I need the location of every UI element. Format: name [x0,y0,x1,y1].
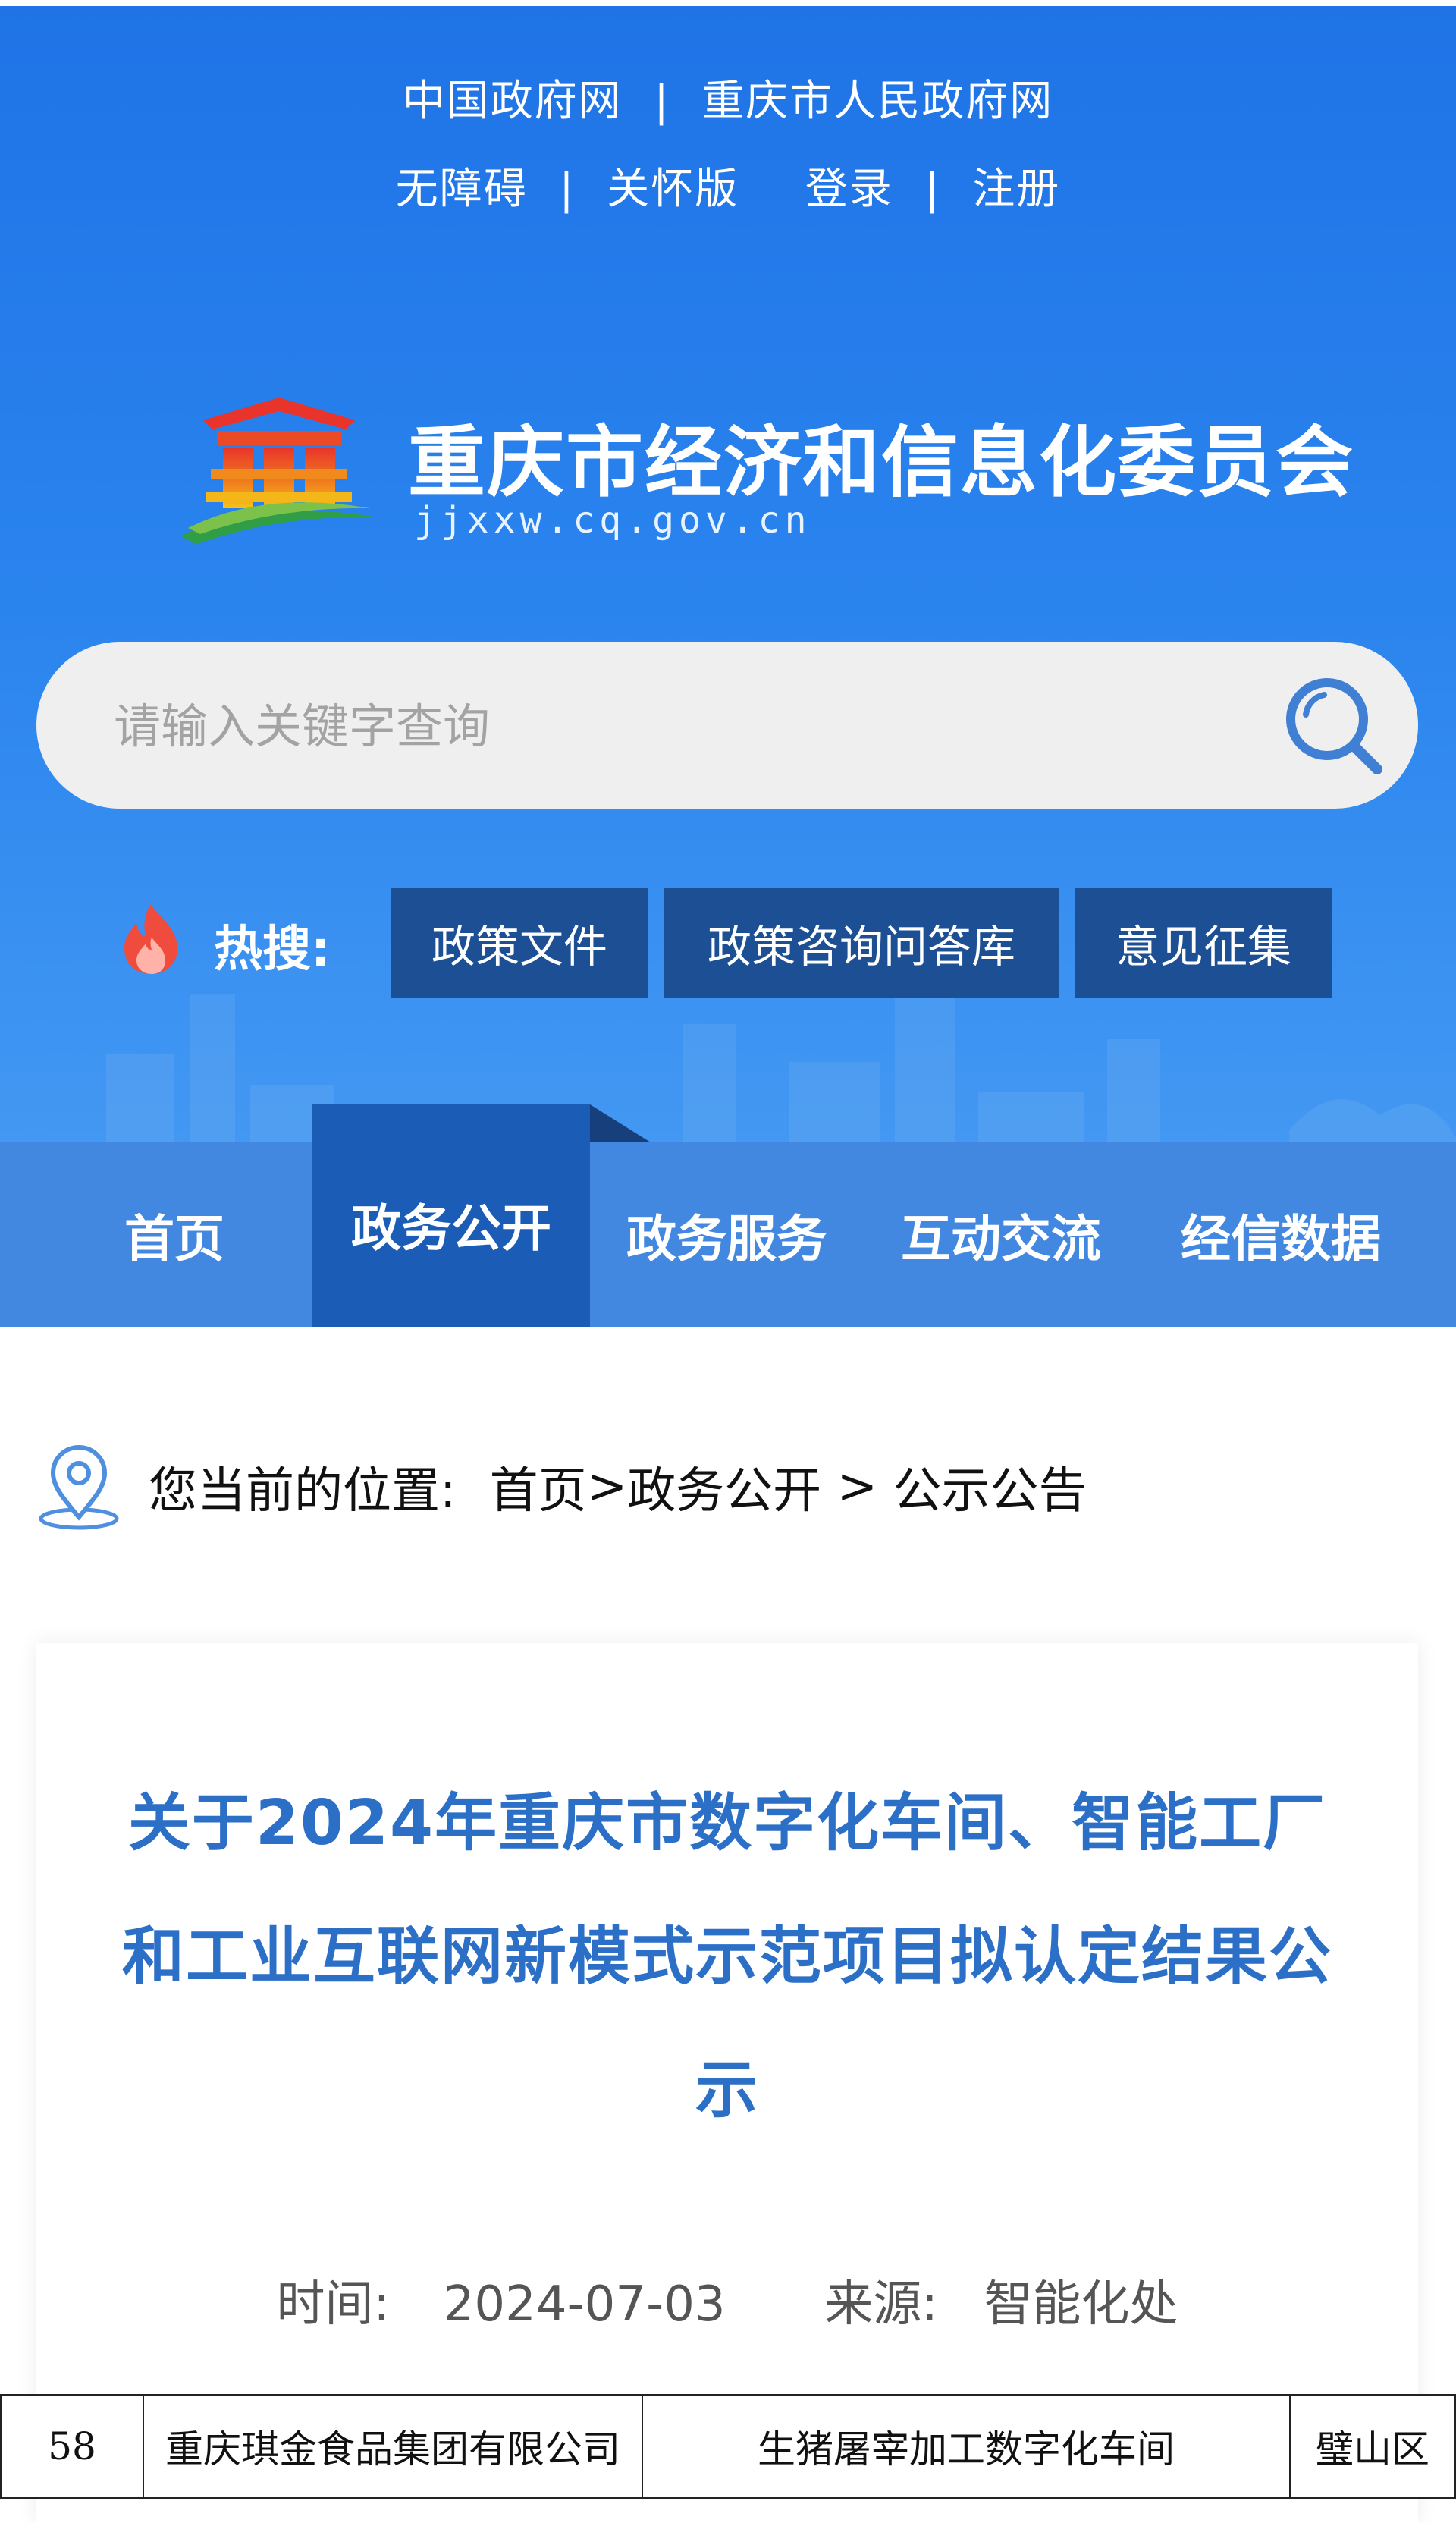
link-separator: | [924,165,941,214]
table-row: 58 重庆琪金食品集团有限公司 生猪屠宰加工数字化车间 璧山区 [0,2394,1456,2499]
search-icon[interactable] [1280,672,1386,778]
hot-search-label: 热搜: [214,922,331,978]
district-cell: 璧山区 [1289,2394,1456,2499]
link-register[interactable]: 注册 [972,155,1060,216]
fire-icon [124,904,177,974]
article-meta: 时间: 2024-07-03 来源: 智能化处 [36,2265,1418,2335]
nav-data[interactable]: 经信数据 [1139,1142,1423,1327]
row-number: 58 [0,2394,144,2499]
breadcrumb-home[interactable]: 首页 [490,1452,587,1522]
company-cell: 重庆琪金食品集团有限公司 [143,2394,643,2499]
hot-tag-policy-qa[interactable]: 政策咨询问答库 [664,888,1059,998]
link-care-mode[interactable]: 关怀版 [607,155,739,216]
hot-tag-policy-docs[interactable]: 政策文件 [391,888,648,998]
project-cell: 生猪屠宰加工数字化车间 [642,2394,1291,2499]
breadcrumb-separator: > [586,1459,628,1515]
nav-gov-affairs-active[interactable]: 政务公开 [312,1104,590,1327]
search-bar [36,642,1418,809]
breadcrumb-current[interactable]: 公示公告 [893,1452,1087,1522]
link-separator: | [559,165,576,214]
article-date: 2024-07-03 [443,2276,726,2333]
nav-home[interactable]: 首页 [36,1142,312,1327]
location-pin-icon [39,1444,119,1530]
source-label: 来源: [824,2276,938,2333]
link-login[interactable]: 登录 [805,155,893,216]
org-domain: jjxxw.cq.gov.cn [414,499,811,542]
breadcrumb: 您当前的位置: 首页 > 政务公开 > 公示公告 [36,1441,1087,1532]
link-gov-cn[interactable]: 中国政府网 [403,67,623,128]
breadcrumb-separator: > [821,1459,893,1515]
top-white-strip [0,0,1456,6]
article-title: 关于2024年重庆市数字化车间、智能工厂和工业互联网新模式示范项目拟认定结果公示 [121,1787,1332,2126]
breadcrumb-prefix: 您当前的位置: [149,1463,457,1519]
link-separator: | [654,77,670,126]
project-table: 58 重庆琪金食品集团有限公司 生猪屠宰加工数字化车间 璧山区 [0,2394,1456,2499]
article-source: 智能化处 [984,2276,1178,2333]
nav-active-fold [590,1104,651,1142]
search-input[interactable] [112,693,1253,759]
breadcrumb-section[interactable]: 政务公开 [627,1452,821,1522]
time-label: 时间: [276,2276,390,2333]
article-card: 关于2024年重庆市数字化车间、智能工厂和工业互联网新模式示范项目拟认定结果公示… [36,1643,1418,2523]
main-nav: 首页 政务服务 互动交流 经信数据 [0,1142,1456,1327]
link-cq-gov[interactable]: 重庆市人民政府网 [701,67,1053,128]
top-links-row-1: 中国政府网 | 重庆市人民政府网 [0,67,1456,128]
org-logo-icon [180,397,378,545]
hot-tag-opinion[interactable]: 意见征集 [1075,888,1332,998]
org-name: 重庆市经济和信息化委员会 [408,418,1354,508]
nav-gov-services[interactable]: 政务服务 [590,1142,863,1327]
top-links-row-2: 无障碍 | 关怀版 登录 | 注册 [0,155,1456,216]
nav-interaction[interactable]: 互动交流 [863,1142,1139,1327]
header-banner: 中国政府网 | 重庆市人民政府网 无障碍 | 关怀版 登录 | 注册 重庆市经济… [0,6,1456,1327]
link-accessible[interactable]: 无障碍 [396,155,528,216]
